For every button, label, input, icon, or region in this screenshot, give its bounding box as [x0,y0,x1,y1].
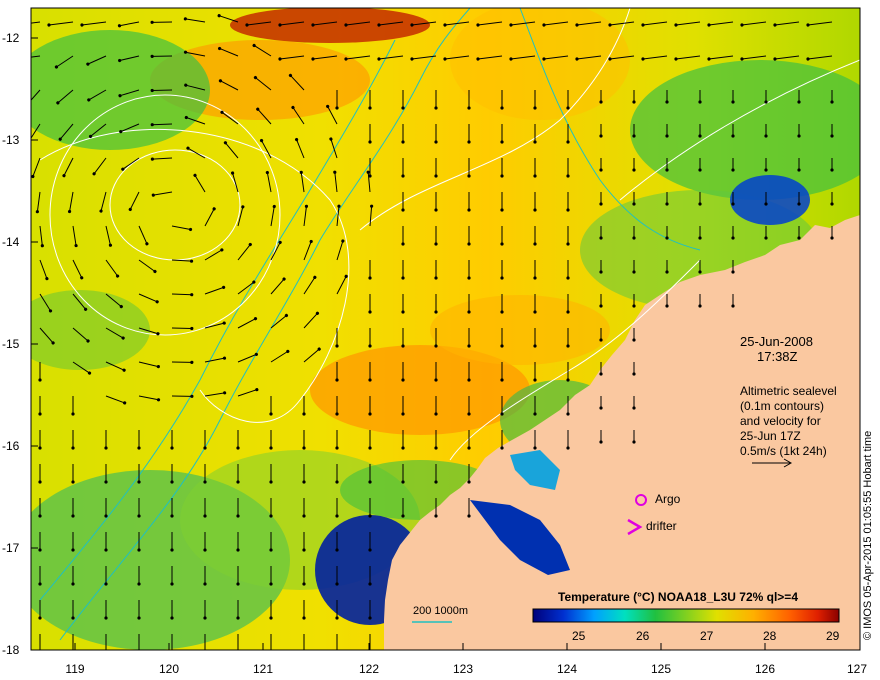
lat-tick-label: -14 [2,235,20,249]
lat-tick-label: -12 [2,31,20,45]
colorbar-tick: 29 [826,629,840,643]
legend-line: 25-Jun 17Z [740,429,801,443]
lat-tick-label: -18 [2,643,20,657]
legend-line: and velocity for [740,414,821,428]
legend-line: Altimetric sealevel [740,384,837,398]
warm-patch [430,295,610,365]
cold-patch [730,175,810,225]
colorbar-tick: 28 [763,629,777,643]
drifter-label: drifter [646,519,677,533]
imos-credit: © IMOS 05-Apr-2015 01:05:55 Hobart time [862,430,874,640]
lon-tick-label: 126 [754,662,776,676]
map-time: 17:38Z [757,349,798,364]
depth-legend-label: 200 1000m [413,605,469,617]
legend-line: 0.5m/s (1kt 24h) [740,444,827,458]
lat-tick-label: -13 [2,133,20,147]
lon-tick-label: 122 [358,662,380,676]
lat-tick-label: -17 [2,541,20,555]
legend-line: (0.1m contours) [740,399,825,413]
map-area [31,8,860,650]
lon-tick-label: 120 [158,662,180,676]
lon-tick-label: 125 [650,662,672,676]
lon-tick-label: 119 [65,662,85,676]
temperature-colorbar [532,608,840,623]
hot-patch [230,8,430,43]
colorbar-tick: 27 [700,629,714,643]
lat-tick-label: -16 [2,439,20,453]
colorbar-tick: 25 [572,629,586,643]
velocity-arrow [171,293,194,297]
colorbar-tick: 26 [636,629,650,643]
argo-label: Argo [655,492,681,506]
colorbar-title: Temperature (°C) NOAA18_L3U 72% ql>=4 [558,590,798,604]
lat-tick-label: -15 [2,337,20,351]
map-date: 25-Jun-2008 [740,334,813,349]
lon-tick-label: 124 [556,662,578,676]
lon-tick-label: 127 [846,662,868,676]
velocity-arrow [150,123,173,127]
lon-tick-label: 121 [252,662,274,676]
lon-tick-label: 123 [452,662,474,676]
velocity-arrow [171,326,194,331]
